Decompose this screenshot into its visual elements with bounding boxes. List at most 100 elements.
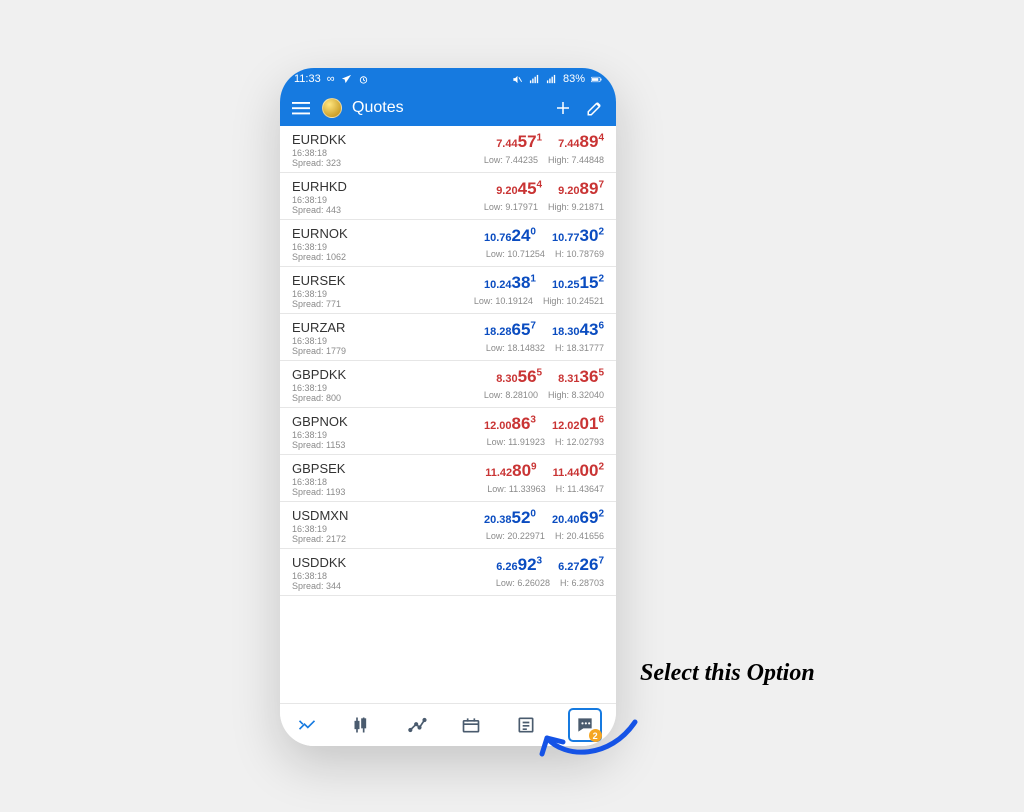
quote-row[interactable]: EURZAR16:38:19Spread: 1779 18.28657 18.304…	[280, 314, 616, 361]
alarm-icon	[358, 74, 369, 85]
ask-price: 18.30436	[552, 320, 604, 340]
symbol: GBPDKK	[292, 367, 384, 382]
low-value: Low: 11.33963	[487, 484, 545, 494]
quote-spread: Spread: 323	[292, 158, 384, 168]
bottom-nav: 2	[280, 703, 616, 746]
bid-price: 12.00863	[484, 414, 536, 434]
quote-time: 16:38:19	[292, 524, 384, 534]
ask-price: 7.44894	[558, 132, 604, 152]
ask-price: 9.20897	[558, 179, 604, 199]
quote-row[interactable]: GBPDKK16:38:19Spread: 800 8.30565 8.31365 L…	[280, 361, 616, 408]
nav-messages[interactable]: 2	[568, 708, 602, 742]
quote-time: 16:38:19	[292, 242, 384, 252]
signal-icon	[529, 74, 540, 85]
quote-time: 16:38:19	[292, 336, 384, 346]
app-avatar-icon	[322, 98, 342, 118]
app-header: Quotes	[280, 90, 616, 126]
quote-spread: Spread: 443	[292, 205, 384, 215]
low-value: Low: 18.14832	[486, 343, 545, 353]
nav-news[interactable]	[513, 712, 539, 738]
quote-time: 16:38:19	[292, 289, 384, 299]
ask-price: 10.77302	[552, 226, 604, 246]
mute-icon	[512, 74, 523, 85]
bid-price: 10.24381	[484, 273, 536, 293]
high-value: H: 20.41656	[555, 531, 604, 541]
menu-icon[interactable]	[290, 97, 312, 119]
symbol: EURHKD	[292, 179, 384, 194]
low-value: Low: 7.44235	[484, 155, 538, 165]
nav-trade[interactable]	[404, 712, 430, 738]
quote-row[interactable]: EURHKD16:38:19Spread: 443 9.20454 9.20897 L…	[280, 173, 616, 220]
quote-row[interactable]: EURSEK16:38:19Spread: 771 10.24381 10.2515…	[280, 267, 616, 314]
ask-price: 8.31365	[558, 367, 604, 387]
low-value: Low: 10.19124	[474, 296, 533, 306]
symbol: EURNOK	[292, 226, 384, 241]
bid-price: 6.26923	[496, 555, 542, 575]
quote-row[interactable]: EURDKK16:38:18Spread: 3237.445717.44894L…	[280, 126, 616, 173]
quote-spread: Spread: 344	[292, 581, 384, 591]
quote-row[interactable]: GBPNOK16:38:19Spread: 115312.0086312.020…	[280, 408, 616, 455]
page-title: Quotes	[352, 99, 542, 117]
ask-price: 10.25152	[552, 273, 604, 293]
quote-spread: Spread: 800	[292, 393, 384, 403]
bid-price: 20.38520	[484, 508, 536, 528]
symbol: EURDKK	[292, 132, 384, 147]
high-value: H: 12.02793	[555, 437, 604, 447]
nav-history[interactable]	[458, 712, 484, 738]
symbol: EURZAR	[292, 320, 384, 335]
quote-row[interactable]: USDDKK16:38:18Spread: 344 6.26923 6.27267 L…	[280, 549, 616, 596]
low-value: Low: 11.91923	[487, 437, 545, 447]
phone-frame: 11:33 ∞ 83% Quotes EURDKK16:38:18Spread:…	[280, 68, 616, 746]
add-button[interactable]	[552, 97, 574, 119]
low-value: Low: 10.71254	[486, 249, 545, 259]
quote-spread: Spread: 1062	[292, 252, 384, 262]
high-value: High: 10.24521	[543, 296, 604, 306]
quote-row[interactable]: GBPSEK16:38:18Spread: 119311.4280911.440…	[280, 455, 616, 502]
signal2-icon	[546, 74, 557, 85]
battery-icon	[591, 74, 602, 85]
annotation-text: Select this Option	[640, 660, 815, 687]
ask-price: 11.44002	[553, 461, 604, 481]
low-value: Low: 20.22971	[486, 531, 545, 541]
high-value: High: 7.44848	[548, 155, 604, 165]
bid-price: 7.44571	[496, 132, 542, 152]
bid-price: 11.42809	[485, 461, 536, 481]
high-value: High: 8.32040	[548, 390, 604, 400]
bid-price: 8.30565	[496, 367, 542, 387]
infinity-icon: ∞	[327, 73, 335, 85]
symbol: USDDKK	[292, 555, 384, 570]
nav-charts[interactable]	[349, 712, 375, 738]
quote-spread: Spread: 771	[292, 299, 384, 309]
bid-price: 18.28657	[484, 320, 536, 340]
messages-badge: 2	[589, 729, 602, 742]
low-value: Low: 8.28100	[484, 390, 538, 400]
quote-spread: Spread: 1193	[292, 487, 384, 497]
ask-price: 20.40692	[552, 508, 604, 528]
telegram-icon	[341, 74, 352, 85]
quote-time: 16:38:19	[292, 195, 384, 205]
low-value: Low: 6.26028	[496, 578, 550, 588]
symbol: EURSEK	[292, 273, 384, 288]
high-value: H: 10.78769	[555, 249, 604, 259]
quotes-list[interactable]: EURDKK 16:38:18 Spread: 323 7.44571 7.44894 L…	[280, 126, 616, 704]
ask-price: 6.27267	[558, 555, 604, 575]
high-value: H: 18.31777	[555, 343, 604, 353]
symbol: USDMXN	[292, 508, 384, 523]
edit-button[interactable]	[584, 97, 606, 119]
symbol: GBPNOK	[292, 414, 384, 429]
status-time: 11:33	[294, 73, 321, 85]
low-value: Low: 9.17971	[484, 202, 538, 212]
quote-spread: Spread: 2172	[292, 534, 384, 544]
high-value: H: 11.43647	[556, 484, 604, 494]
status-bar: 11:33 ∞ 83%	[280, 68, 616, 90]
quote-spread: Spread: 1779	[292, 346, 384, 356]
quote-time: 16:38:18	[292, 571, 384, 581]
quote-spread: Spread: 1153	[292, 440, 384, 450]
quote-row[interactable]: USDMXN16:38:19Spread: 2172 20.38520 20.406…	[280, 502, 616, 549]
quote-time: 16:38:19	[292, 383, 384, 393]
high-value: High: 9.21871	[548, 202, 604, 212]
nav-quotes[interactable]	[294, 712, 320, 738]
quote-row[interactable]: EURNOK16:38:19Spread: 106210.7624010.773…	[280, 220, 616, 267]
quote-time: 16:38:18	[292, 477, 384, 487]
bid-price: 9.20454	[496, 179, 542, 199]
